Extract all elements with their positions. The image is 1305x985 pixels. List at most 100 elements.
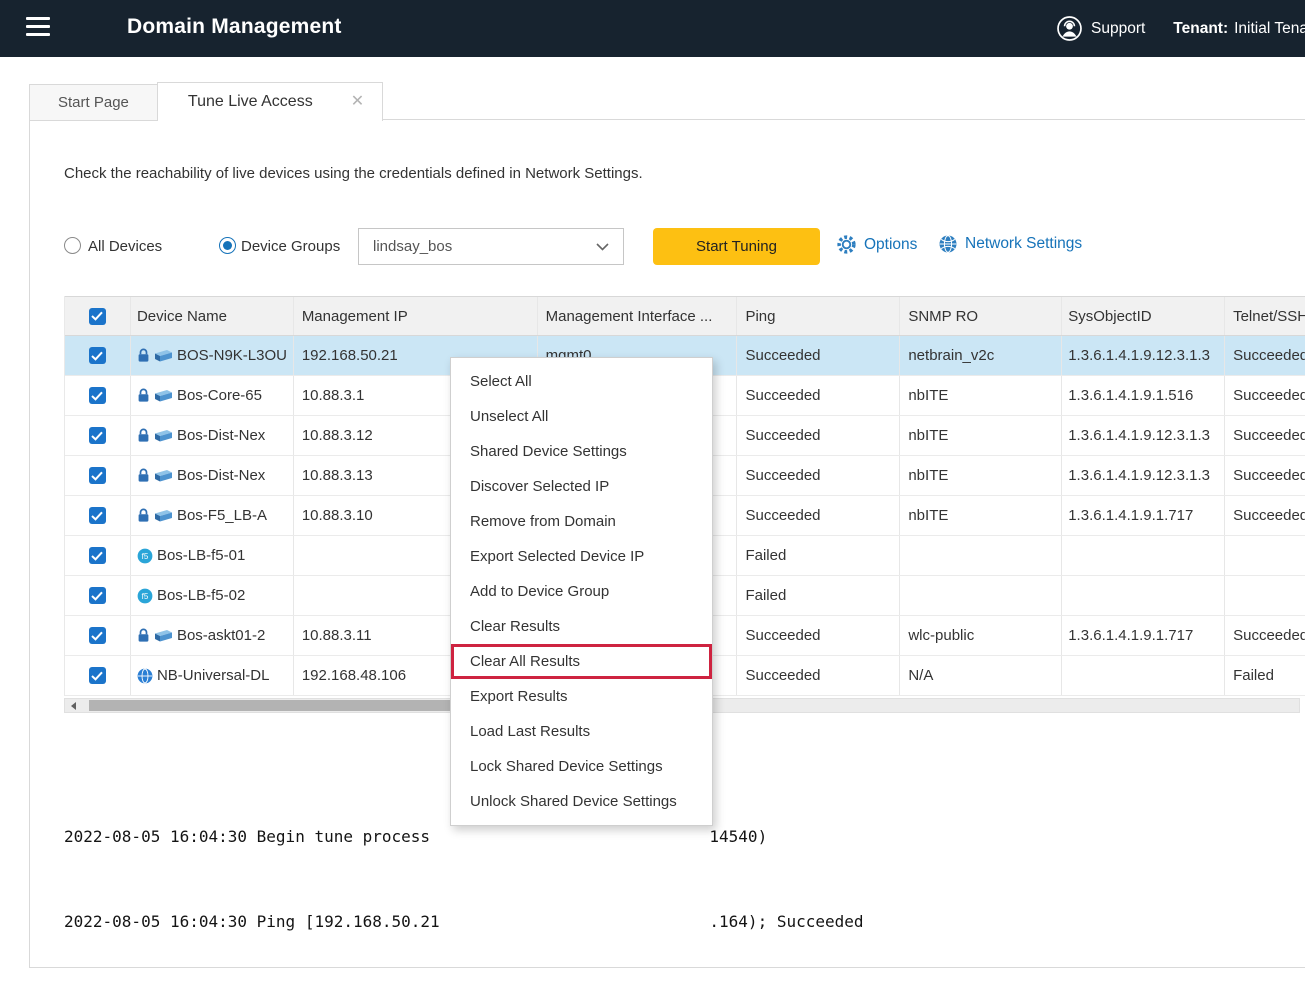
- context-menu-item[interactable]: Export Selected Device IP: [451, 539, 712, 574]
- context-menu-item[interactable]: Unlock Shared Device Settings: [451, 784, 712, 819]
- context-menu-item[interactable]: Remove from Domain: [451, 504, 712, 539]
- telnet-ssh-cell: Succeeded: [1225, 376, 1305, 415]
- context-menu-item[interactable]: Lock Shared Device Settings: [451, 749, 712, 784]
- ping-result-cell: Failed: [737, 576, 900, 615]
- tab-tune-live-access[interactable]: Tune Live Access ✕: [157, 82, 383, 121]
- radio-device-groups[interactable]: [219, 237, 236, 254]
- row-checkbox[interactable]: [89, 587, 106, 604]
- context-menu-item[interactable]: Clear Results: [451, 609, 712, 644]
- options-button[interactable]: Options: [836, 234, 917, 255]
- lock-icon: [137, 348, 150, 363]
- device-name-cell: f5 Bos-F5_LB-A: [131, 496, 294, 535]
- checkbox-cell: [65, 376, 131, 415]
- col-header-sysobjectid: SysObjectID: [1062, 297, 1225, 335]
- sysobjectid-cell: 1.3.6.1.4.1.9.12.3.1.3: [1062, 456, 1225, 495]
- tab-label: Tune Live Access: [188, 93, 313, 111]
- snmp-ro-cell: nbITE: [900, 376, 1062, 415]
- context-menu-item[interactable]: Discover Selected IP: [451, 469, 712, 504]
- checkbox-cell: [65, 656, 131, 695]
- close-icon[interactable]: ✕: [351, 94, 364, 110]
- col-header-management-ip: Management IP: [294, 297, 538, 335]
- menu-icon[interactable]: [26, 17, 52, 39]
- lock-icon: [137, 428, 150, 443]
- context-menu-item[interactable]: Unselect All: [451, 399, 712, 434]
- telnet-ssh-cell: Failed: [1225, 656, 1305, 695]
- telnet-ssh-cell: Succeeded: [1225, 416, 1305, 455]
- topbar: Domain Management Support Tenant: Initia…: [0, 0, 1305, 57]
- options-label: Options: [864, 236, 917, 254]
- device-group-select[interactable]: lindsay_bos: [358, 228, 624, 265]
- context-menu: Select All Unselect All Shared Device Se…: [450, 357, 713, 826]
- row-checkbox[interactable]: [89, 507, 106, 524]
- ping-result-cell: Succeeded: [737, 336, 900, 375]
- radio-all-devices[interactable]: [64, 237, 81, 254]
- telnet-ssh-cell: [1225, 576, 1305, 615]
- ping-result-cell: Succeeded: [737, 376, 900, 415]
- col-header-ping: Ping: [737, 297, 900, 335]
- device-icon: [154, 428, 173, 443]
- row-checkbox[interactable]: [89, 467, 106, 484]
- snmp-ro-cell: nbITE: [900, 416, 1062, 455]
- sysobjectid-cell: 1.3.6.1.4.1.9.12.3.1.3: [1062, 336, 1225, 375]
- tenant-value: Initial Tenant: [1234, 20, 1305, 38]
- checkbox-cell: [65, 576, 131, 615]
- snmp-ro-cell: [900, 576, 1062, 615]
- snmp-ro-cell: wlc-public: [900, 616, 1062, 655]
- context-menu-item[interactable]: Add to Device Group: [451, 574, 712, 609]
- device-name-cell: f5 Bos-askt01-2: [131, 616, 294, 655]
- scroll-left-arrow-icon[interactable]: [65, 699, 81, 712]
- lock-icon: [137, 628, 150, 643]
- context-menu-item[interactable]: Select All: [451, 364, 712, 399]
- snmp-ro-cell: N/A: [900, 656, 1062, 695]
- f5-device-icon: f5: [137, 548, 153, 564]
- telnet-ssh-cell: Succeeded: [1225, 456, 1305, 495]
- ping-result-cell: Failed: [737, 536, 900, 575]
- support-icon[interactable]: [1056, 15, 1083, 42]
- log-line: 2022-08-05 16:04:30 Ping [192.168.50.21 …: [64, 911, 1300, 932]
- context-menu-item[interactable]: Clear All Results: [451, 644, 712, 679]
- row-checkbox[interactable]: [89, 627, 106, 644]
- lock-icon: [137, 468, 150, 483]
- device-icon: [154, 628, 173, 643]
- device-icon: [154, 468, 173, 483]
- topbar-right: Support Tenant: Initial Tenant: [1056, 0, 1305, 57]
- svg-text:f5: f5: [142, 552, 149, 561]
- support-label[interactable]: Support: [1091, 20, 1145, 38]
- context-menu-item[interactable]: Load Last Results: [451, 714, 712, 749]
- ping-result-cell: Succeeded: [737, 456, 900, 495]
- sysobjectid-cell: [1062, 576, 1225, 615]
- device-name-cell: f5 Bos-Dist-Nex: [131, 416, 294, 455]
- snmp-ro-cell: nbITE: [900, 496, 1062, 535]
- row-checkbox[interactable]: [89, 547, 106, 564]
- ping-result-cell: Succeeded: [737, 416, 900, 455]
- device-name: Bos-Core-65: [177, 387, 262, 404]
- checkbox-cell: [65, 336, 131, 375]
- network-settings-button[interactable]: Network Settings: [938, 234, 1082, 254]
- device-name-cell: f5 NB-Universal-DL: [131, 656, 294, 695]
- row-checkbox[interactable]: [89, 387, 106, 404]
- col-header-device-name: Device Name: [131, 297, 294, 335]
- radio-device-groups-label[interactable]: Device Groups: [241, 238, 340, 255]
- telnet-ssh-cell: Succeeded: [1225, 336, 1305, 375]
- checkbox-cell: [65, 536, 131, 575]
- row-checkbox[interactable]: [89, 427, 106, 444]
- row-checkbox[interactable]: [89, 347, 106, 364]
- start-tuning-button[interactable]: Start Tuning: [653, 228, 820, 265]
- context-menu-item[interactable]: Shared Device Settings: [451, 434, 712, 469]
- tenant-label: Tenant:: [1173, 20, 1228, 38]
- radio-all-devices-label[interactable]: All Devices: [88, 238, 162, 255]
- sysobjectid-cell: [1062, 656, 1225, 695]
- select-all-checkbox[interactable]: [89, 308, 106, 325]
- col-header-management-interface: Management Interface ...: [538, 297, 738, 335]
- device-name-cell: f5 Bos-LB-f5-01: [131, 536, 294, 575]
- telnet-ssh-cell: [1225, 536, 1305, 575]
- telnet-ssh-cell: Succeeded: [1225, 616, 1305, 655]
- row-checkbox[interactable]: [89, 667, 106, 684]
- device-name-cell: f5 BOS-N9K-L3OUT: [131, 336, 294, 375]
- reachability-description: Check the reachability of live devices u…: [64, 165, 643, 182]
- tab-start-page[interactable]: Start Page: [29, 84, 158, 121]
- sysobjectid-cell: 1.3.6.1.4.1.9.1.717: [1062, 616, 1225, 655]
- tab-label: Start Page: [58, 94, 129, 111]
- page-title: Domain Management: [127, 15, 342, 39]
- context-menu-item[interactable]: Export Results: [451, 679, 712, 714]
